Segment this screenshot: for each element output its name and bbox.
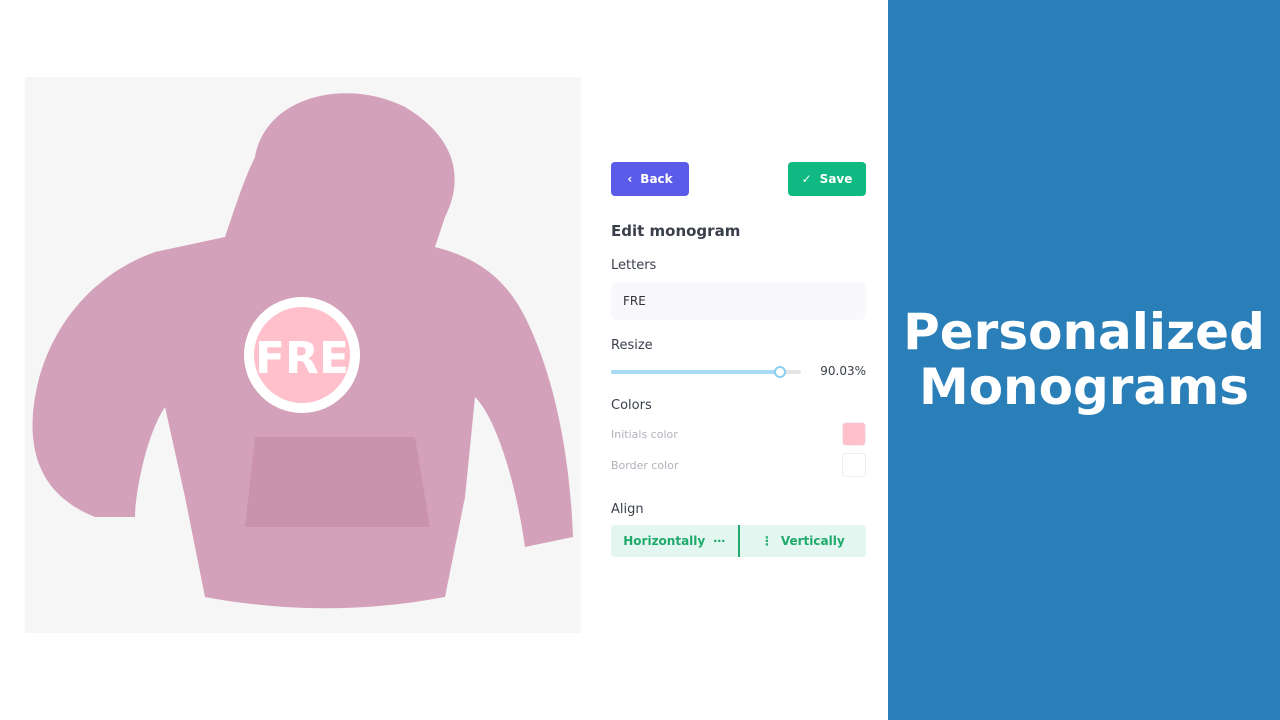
resize-value: 90.03% <box>820 364 866 378</box>
letters-label: Letters <box>611 258 657 273</box>
back-label: Back <box>640 172 673 186</box>
resize-slider[interactable] <box>611 366 801 378</box>
chevron-left-icon: ‹ <box>627 172 633 186</box>
initials-color-swatch[interactable] <box>842 422 866 446</box>
border-color-label: Border color <box>611 459 679 472</box>
banner-line2: Monograms <box>918 358 1250 416</box>
colors-label: Colors <box>611 398 652 413</box>
banner-line1: Personalized <box>903 303 1265 361</box>
back-button[interactable]: ‹ Back <box>611 162 689 196</box>
check-icon: ✓ <box>801 172 812 186</box>
align-buttons: Horizontally ⋯ ⋮ Vertically <box>611 525 866 557</box>
banner: Personalized Monograms <box>888 0 1280 720</box>
align-horizontal-icon: ⋯ <box>713 534 726 548</box>
slider-thumb[interactable] <box>774 366 787 378</box>
save-label: Save <box>819 172 853 186</box>
horizontally-label: Horizontally <box>623 534 706 548</box>
align-horizontally-button[interactable]: Horizontally ⋯ <box>611 525 740 557</box>
monogram-letters: FRE <box>255 333 349 384</box>
border-color-swatch[interactable] <box>842 453 866 477</box>
align-vertically-button[interactable]: ⋮ Vertically <box>740 525 867 557</box>
align-label: Align <box>611 502 644 517</box>
save-button[interactable]: ✓ Save <box>788 162 866 196</box>
letters-input[interactable]: FRE <box>611 282 866 320</box>
align-vertical-icon: ⋮ <box>760 534 773 548</box>
vertically-label: Vertically <box>780 534 845 548</box>
panel-title: Edit monogram <box>611 222 741 240</box>
banner-title: Personalized Monograms <box>903 305 1265 415</box>
resize-label: Resize <box>611 338 653 353</box>
product-image: FRE <box>25 77 581 633</box>
initials-color-label: Initials color <box>611 428 678 441</box>
